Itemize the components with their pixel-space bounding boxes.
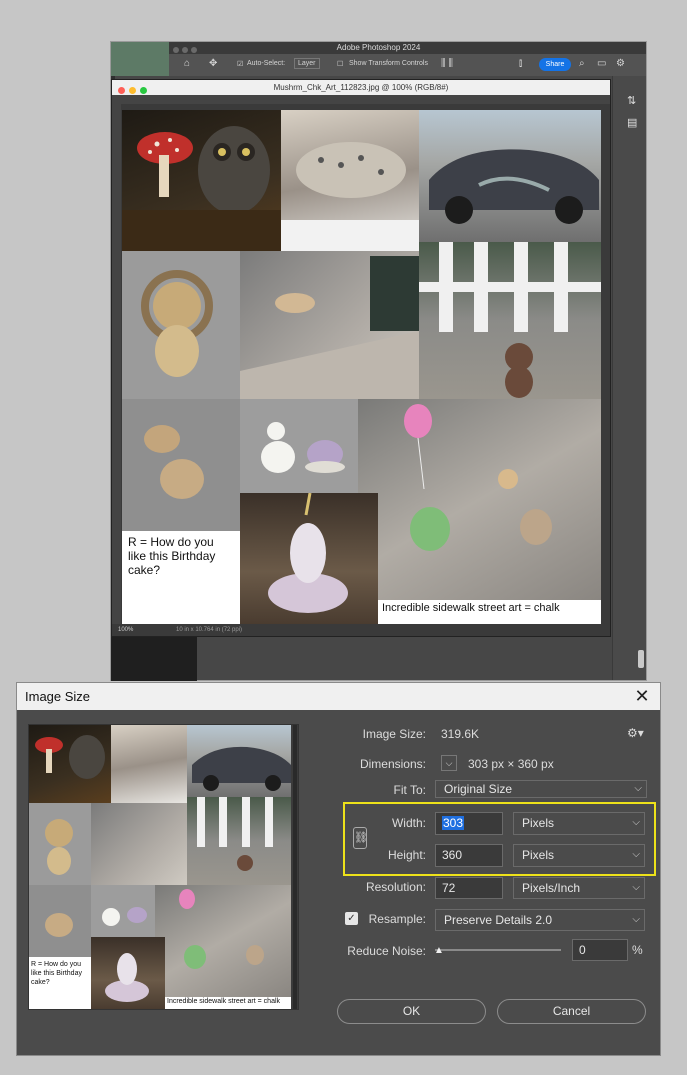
width-unit-dropdown[interactable]: Pixels ⌵ [513, 812, 645, 835]
resolution-field[interactable]: 72 [435, 877, 503, 899]
resolution-label: Resolution: [365, 880, 426, 894]
resample-label: Resample: [368, 912, 426, 926]
chalk-dragon-photo [122, 399, 240, 531]
image-size-dialog: Image Size ✕ R = How do you like this Bi… [16, 682, 661, 1056]
caption-birthday-cake: R = How do you like this Birthday cake? [122, 531, 240, 624]
background-canvas-strip [111, 42, 169, 76]
fit-to-dropdown[interactable]: Original Size ⌵ [435, 780, 647, 798]
workspace-icon[interactable]: ▭ [597, 59, 606, 69]
height-unit-dropdown[interactable]: Pixels ⌵ [513, 844, 645, 867]
reduce-noise-slider[interactable] [435, 949, 561, 951]
document-status-bar: 100% 10 in x 10.764 in (72 ppi) [112, 624, 610, 636]
transform-controls-label: Show Transform Controls [349, 60, 428, 67]
snow-leopard-photo [281, 110, 419, 251]
share-button[interactable]: Share [539, 58, 571, 71]
comments-icon[interactable]: ▤ [627, 116, 637, 129]
height-label: Height: [387, 848, 426, 862]
resolution-unit-dropdown[interactable]: Pixels/Inch ⌵ [513, 877, 645, 899]
preview-image[interactable]: R = How do you like this Birthday cake? … [29, 725, 291, 1009]
app-title: Adobe Photoshop 2024 [336, 43, 421, 52]
caption-street-art: Incredible sidewalk street art = chalk [378, 600, 601, 624]
close-dot-icon[interactable] [118, 87, 125, 94]
chalk-mouse-steps-photo [240, 251, 419, 399]
chevron-down-icon: ⌵ [632, 849, 640, 860]
zoom-level[interactable]: 100% [118, 624, 133, 636]
right-panel-dock: ⇅ ▤ [612, 76, 646, 680]
document-info[interactable]: 10 in x 10.764 in (72 ppi) [176, 624, 242, 636]
preview-caption-right: Incredible sidewalk street art = chalk [165, 997, 291, 1009]
chevron-down-icon: ⌵ [632, 882, 640, 893]
chevron-down-icon: ⌵ [634, 783, 642, 794]
slider-handle-icon[interactable]: ▲ [434, 945, 444, 956]
reduce-noise-field[interactable]: 0 [572, 939, 628, 961]
transform-controls-checkbox[interactable]: ☐ [337, 60, 343, 68]
reduce-noise-label: Reduce Noise: [347, 944, 426, 958]
image-size-value: 319.6K [441, 727, 480, 741]
width-field[interactable]: 303 [435, 812, 503, 835]
link-constrain-icon[interactable]: ⛓ [353, 827, 368, 849]
fit-to-label: Fit To: [393, 783, 426, 797]
align-icons[interactable]: ⫼ ⫼ [441, 59, 453, 69]
resample-dropdown[interactable]: Preserve Details 2.0 ⌵ [435, 909, 645, 931]
search-icon[interactable]: ⌕ [579, 59, 585, 69]
height-field[interactable]: 360 [435, 844, 503, 867]
chalk-lion-photo [122, 251, 240, 399]
image-size-label: Image Size: [362, 727, 426, 741]
auto-select-checkbox[interactable]: ☑ [237, 60, 243, 68]
document-title: Mushrm_Chk_Art_112823.jpg @ 100% (RGB/8#… [273, 83, 449, 92]
ok-button[interactable]: OK [337, 999, 486, 1024]
app-titlebar: Adobe Photoshop 2024 [111, 42, 646, 54]
properties-icon[interactable]: ⇅ [627, 94, 636, 107]
dimensions-label: Dimensions: [359, 757, 426, 771]
dimensions-value: 303 px × 360 px [468, 757, 554, 771]
dialog-title: Image Size [25, 689, 91, 704]
vertical-ruler[interactable] [112, 104, 121, 624]
balloon-dinosaur-photo [358, 399, 601, 600]
cancel-button[interactable]: Cancel [497, 999, 646, 1024]
preview-caption-left: R = How do you like this Birthday cake? [29, 957, 91, 1009]
dark-canvas-area [111, 632, 197, 681]
dimensions-unit-toggle[interactable]: ⌵ [441, 755, 457, 771]
settings-icon[interactable]: ⚙ [616, 59, 625, 69]
move-tool-icon[interactable]: ✥ [209, 59, 217, 69]
document-window: Mushrm_Chk_Art_112823.jpg @ 100% (RGB/8#… [111, 79, 611, 637]
resample-checkbox[interactable]: ✓ [345, 912, 358, 925]
vertical-scrollbar[interactable] [638, 650, 644, 668]
minimize-dot-icon[interactable] [129, 87, 136, 94]
chevron-down-icon: ⌵ [632, 914, 640, 925]
distribute-icon[interactable]: ⫾ [519, 59, 522, 69]
chevron-down-icon: ⌵ [632, 817, 640, 828]
home-icon[interactable]: ⌂ [184, 59, 190, 69]
fence-monkey-photo [419, 242, 601, 399]
auto-select-dropdown[interactable]: Layer [294, 58, 320, 69]
collage-canvas[interactable]: R = How do you like this Birthday cake? … [122, 110, 601, 624]
width-label: Width: [391, 816, 426, 830]
options-bar: ⌂ ✥ ☑ Auto-Select: Layer ☐ Show Transfor… [169, 54, 646, 76]
chalk-duck-photo [240, 399, 358, 493]
gear-icon[interactable]: ⚙▾ [627, 726, 644, 740]
zoom-dot-icon[interactable] [140, 87, 147, 94]
reduce-noise-unit: % [632, 943, 643, 957]
preview-pane[interactable]: R = How do you like this Birthday cake? … [28, 724, 299, 1010]
dialog-titlebar: Image Size ✕ [17, 683, 660, 710]
auto-select-label: Auto-Select: [247, 60, 286, 67]
mushroom-owl-photo [122, 110, 281, 251]
car-chalk-photo [419, 110, 601, 242]
preview-scrollbar[interactable] [293, 725, 297, 1009]
unicorn-cake-photo [240, 493, 378, 624]
document-titlebar: Mushrm_Chk_Art_112823.jpg @ 100% (RGB/8#… [112, 80, 610, 95]
horizontal-ruler[interactable] [112, 95, 610, 104]
close-icon[interactable]: ✕ [632, 685, 652, 707]
